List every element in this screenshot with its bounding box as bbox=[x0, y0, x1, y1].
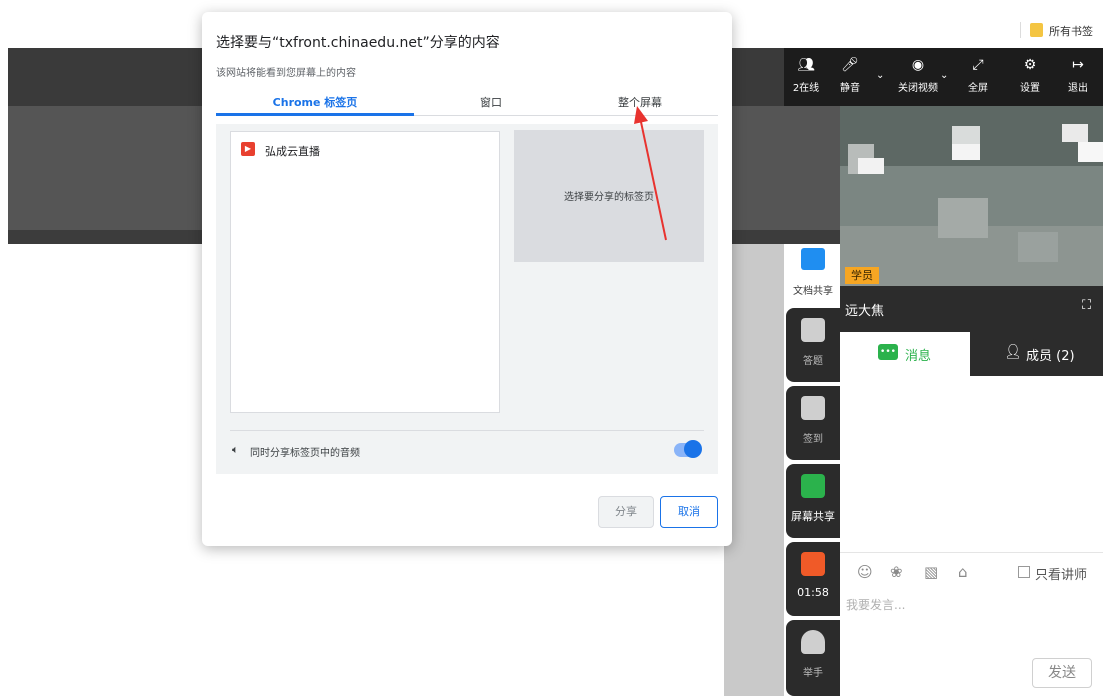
share-audio-label: 同时分享标签页中的音频 bbox=[250, 448, 360, 459]
live-toolbar: 👥︎ 2在线 🎤︎ 静音 ⌄ ◉ 关闭视频 ⌄ ⤢ 全屏 ⚙ 设置 ↦ 退出 bbox=[784, 48, 1103, 106]
send-button[interactable]: 发送 bbox=[1032, 658, 1092, 688]
chat-bubble-icon: ••• bbox=[878, 344, 898, 360]
expand-video-icon[interactable]: ⛶ bbox=[1082, 298, 1091, 313]
tab-list-item[interactable]: ▶ 弘成云直播 bbox=[231, 132, 499, 168]
phone-icon bbox=[801, 552, 825, 576]
settings-label: 设置 bbox=[1020, 83, 1040, 94]
doc-share-label: 文档共享 bbox=[793, 286, 833, 297]
dialog-title: 选择要与“txfront.chinaedu.net”分享的内容 bbox=[216, 35, 500, 51]
close-video-button[interactable]: ◉ 关闭视频 bbox=[892, 56, 944, 96]
screen-share-label: 屏幕共享 bbox=[791, 510, 835, 523]
microphone-icon: 🎤︎ bbox=[841, 57, 859, 73]
hand-icon bbox=[801, 630, 825, 654]
share-button[interactable]: 分享 bbox=[598, 496, 654, 528]
dialog-subtitle: 该网站将能看到您屏幕上的内容 bbox=[216, 68, 356, 79]
share-dialog: 选择要与“txfront.chinaedu.net”分享的内容 该网站将能看到您… bbox=[202, 12, 732, 546]
bookmark-folder-icon[interactable] bbox=[1030, 23, 1043, 37]
answer-label: 答题 bbox=[803, 356, 823, 367]
calendar-check-icon bbox=[801, 396, 825, 420]
camera-options-chevron-icon[interactable]: ⌄ bbox=[940, 70, 948, 81]
sign-in-button[interactable]: 签到 bbox=[786, 386, 840, 460]
active-tab-indicator bbox=[216, 113, 414, 116]
preview-text: 选择要分享的标签页 bbox=[564, 192, 654, 203]
tab-messages-label[interactable]: 消息 bbox=[905, 345, 931, 364]
screen-share-button[interactable]: 屏幕共享 bbox=[786, 464, 840, 538]
bookmarks-separator bbox=[1020, 22, 1021, 38]
online-count-label: 2在线 bbox=[792, 83, 820, 94]
emoji-icon[interactable]: ☺ bbox=[857, 563, 873, 581]
fullscreen-label: 全屏 bbox=[968, 83, 988, 94]
raise-hand-label: 举手 bbox=[803, 668, 823, 679]
chat-input[interactable]: 我要发言... bbox=[846, 596, 905, 613]
camera-icon: ◉ bbox=[911, 57, 925, 73]
close-video-label: 关闭视频 bbox=[898, 83, 938, 94]
speaker-icon: 🔈︎ bbox=[232, 443, 239, 456]
people-icon: 👥︎ bbox=[797, 57, 815, 73]
mute-label: 静音 bbox=[840, 83, 860, 94]
tab-window[interactable]: 窗口 bbox=[416, 94, 566, 116]
chat-message-area bbox=[840, 376, 1103, 696]
settings-button[interactable]: ⚙ 设置 bbox=[1008, 56, 1052, 96]
doc-share-button[interactable]: 文档共享 bbox=[786, 244, 840, 308]
tab-list: ▶ 弘成云直播 bbox=[230, 131, 500, 413]
participant-video bbox=[840, 106, 1103, 286]
members-icon: 👤︎ bbox=[1004, 344, 1022, 360]
all-bookmarks-link[interactable]: 所有书签 bbox=[1049, 23, 1093, 39]
exit-icon: ↦ bbox=[1072, 57, 1084, 73]
quiz-icon bbox=[801, 318, 825, 342]
gear-icon: ⚙ bbox=[1023, 57, 1037, 73]
only-teacher-checkbox[interactable] bbox=[1018, 566, 1030, 578]
exit-button[interactable]: ↦ 退出 bbox=[1056, 56, 1100, 96]
more-options-icon[interactable]: ⌂ bbox=[958, 563, 968, 581]
timer-button[interactable]: 01:58 bbox=[786, 542, 840, 616]
tab-list-item-label: 弘成云直播 bbox=[265, 145, 320, 158]
tab-entire-screen[interactable]: 整个屏幕 bbox=[566, 94, 714, 116]
tab-members-label[interactable]: 成员 (2) bbox=[1026, 345, 1075, 364]
chat-divider bbox=[840, 552, 1103, 553]
cancel-button[interactable]: 取消 bbox=[660, 496, 718, 528]
raise-hand-button[interactable]: 举手 bbox=[786, 620, 840, 696]
fullscreen-icon: ⤢ bbox=[972, 57, 984, 73]
mic-options-chevron-icon[interactable]: ⌄ bbox=[876, 70, 884, 81]
only-teacher-label: 只看讲师 bbox=[1035, 568, 1088, 583]
share-audio-toggle-knob[interactable] bbox=[684, 440, 702, 458]
image-icon[interactable]: ▧ bbox=[924, 563, 938, 581]
screen-share-icon bbox=[801, 474, 825, 498]
online-count-button[interactable]: 👥︎ 2在线 bbox=[784, 56, 828, 96]
audio-divider bbox=[230, 430, 704, 431]
stage-side-panel bbox=[724, 244, 784, 696]
app-logo-icon: ▶ bbox=[241, 142, 255, 156]
flower-icon[interactable]: ❀ bbox=[890, 563, 903, 581]
exit-label: 退出 bbox=[1068, 83, 1088, 94]
preview-area: 选择要分享的标签页 bbox=[514, 130, 704, 262]
role-badge: 学员 bbox=[845, 267, 879, 284]
mute-button[interactable]: 🎤︎ 静音 bbox=[828, 56, 872, 96]
participant-name: 远大焦 bbox=[845, 304, 885, 319]
sign-in-label: 签到 bbox=[803, 434, 823, 445]
timer-label: 01:58 bbox=[797, 586, 829, 599]
fullscreen-button[interactable]: ⤢ 全屏 bbox=[956, 56, 1000, 96]
folder-icon bbox=[801, 248, 825, 270]
screen-root: 所有书签 👥︎ 2在线 🎤︎ 静音 ⌄ ◉ 关闭视频 ⌄ ⤢ 全屏 ⚙ 设置 ↦ bbox=[0, 0, 1103, 696]
answer-button[interactable]: 答题 bbox=[786, 308, 840, 382]
